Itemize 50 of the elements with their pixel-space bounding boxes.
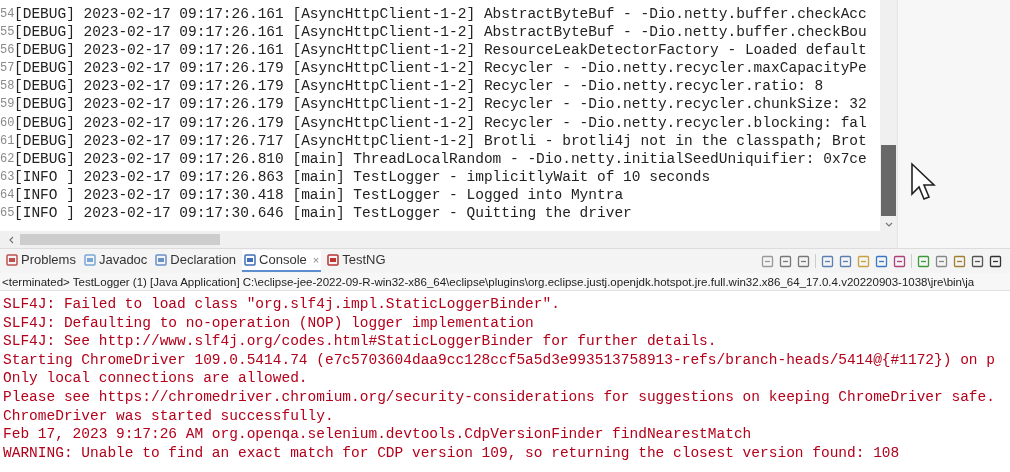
view-tab[interactable]: Console × [242, 250, 322, 272]
view-tab[interactable]: Declaration [153, 250, 239, 272]
line-number: 57 [0, 60, 14, 78]
log-line: [DEBUG] 2023-02-17 09:17:26.161 [AsyncHttpClient-1-2] AbstractByteBuf - -Dio.netty.buffer.checkBou [14, 23, 867, 42]
testng-icon [327, 254, 340, 266]
console-line: ChromeDriver was started successfully. [3, 406, 335, 426]
line-number: 64 [0, 186, 14, 204]
log-line: [DEBUG] 2023-02-17 09:17:26.179 [AsyncHttpClient-1-2] Recycler - -Dio.netty.recycler.chunkSize: 32 [14, 95, 867, 114]
line-number: 55 [0, 24, 14, 42]
horizontal-scrollbar[interactable] [0, 231, 897, 248]
console-line: Please see https://chromedriver.chromium.org/security-considerations for suggestions on keeping ChromeDriver safe. [3, 387, 996, 407]
log-line: [DEBUG] 2023-02-17 09:17:26.161 [AsyncHttpClient-1-2] ResourceLeakDetectorFactory - Loaded default [14, 41, 867, 60]
console-line: Only local connections are allowed. [3, 369, 309, 388]
line-number: 62 [0, 150, 14, 168]
problems-icon [6, 254, 18, 266]
log-line: [DEBUG] 2023-02-17 09:17:26.179 [AsyncHttpClient-1-2] Recycler - -Dio.netty.recycler.ratio: 8 [14, 77, 824, 96]
scroll-left-icon[interactable] [8, 235, 14, 244]
mouse-pointer-icon [910, 162, 936, 202]
log-line: [DEBUG] 2023-02-17 09:17:26.717 [AsyncHttpClient-1-2] Brotli - brotli4j not in the classpath; Brot [14, 131, 867, 150]
line-number: 56 [0, 42, 14, 60]
console-line: Starting ChromeDriver 109.0.5414.74 (e7c5703604daa9cc128ccf5a5d3e993513758913-refs/branch-heads/5414@{#1172}) on p [3, 350, 996, 370]
view-tab[interactable]: Problems [4, 250, 78, 272]
log-line: [DEBUG] 2023-02-17 09:17:26.810 [main] ThreadLocalRandom - -Dio.netty.initialSeedUniquifier: 0x7ce [14, 149, 867, 168]
console-line: SLF4J: Failed to load class "org.slf4j.impl.StaticLoggerBinder". [3, 295, 561, 314]
view-tab[interactable]: TestNG [325, 250, 388, 272]
line-number: 61 [0, 132, 14, 150]
javadoc-icon [83, 254, 96, 266]
log-line: [DEBUG] 2023-02-17 09:17:26.161 [AsyncHttpClient-1-2] AbstractByteBuf - -Dio.netty.buffer.checkAcc [14, 5, 867, 24]
line-number: 58 [0, 78, 14, 96]
console-line: Feb 17, 2023 9:17:26 AM org.openqa.selenium.devtools.CdpVersionFinder findNearestMatch [3, 425, 753, 444]
line-number: 63 [0, 168, 14, 186]
vertical-scrollbar[interactable] [880, 0, 897, 231]
console-status: <terminated> TestLogger (1) [Java Application] C:\eclipse-jee-2022-09-R-win32-x86_64\eclipse\plugins\org.eclipse.justj.openjdk.hotspot.jre.full.win32.x86_64_17.0.4.v20220903-1038\jre\bin\ja [0, 273, 1010, 291]
line-number: 65 [0, 205, 14, 223]
log-line: [DEBUG] 2023-02-17 09:17:26.179 [AsyncHttpClient-1-2] Recycler - -Dio.netty.recycler.blocking: fal [14, 113, 867, 132]
log-line: [INFO ] 2023-02-17 09:17:30.418 [main] TestLogger - Logged into Myntra [14, 185, 624, 205]
log-line: [DEBUG] 2023-02-17 09:17:26.179 [AsyncHttpClient-1-2] Recycler - -Dio.netty.recycler.maxCapacityPe [14, 59, 867, 78]
view-tab[interactable]: Javadoc [81, 250, 150, 272]
line-number: 54 [0, 6, 14, 23]
console-line: SLF4J: Defaulting to no-operation (NOP) logger implementation [3, 313, 535, 333]
scroll-down-icon[interactable] [884, 222, 893, 228]
console-icon [244, 254, 257, 266]
line-number: 60 [0, 114, 14, 132]
log-line: [INFO ] 2023-02-17 09:17:26.863 [main] TestLogger - implicitlyWait of 10 seconds [14, 167, 711, 186]
line-number: 59 [0, 96, 14, 114]
console-line: SLF4J: See http://www.slf4j.org/codes.html#StaticLoggerBinder for further details. [3, 332, 718, 351]
console-line: WARNING: Unable to find an exact match for CDP version 109, so returning the closest version found: 108 [3, 443, 901, 463]
log-line: [INFO ] 2023-02-17 09:17:30.646 [main] TestLogger - Quitting the driver [14, 204, 632, 223]
declaration-icon [155, 254, 168, 266]
close-icon[interactable]: × [312, 251, 320, 269]
